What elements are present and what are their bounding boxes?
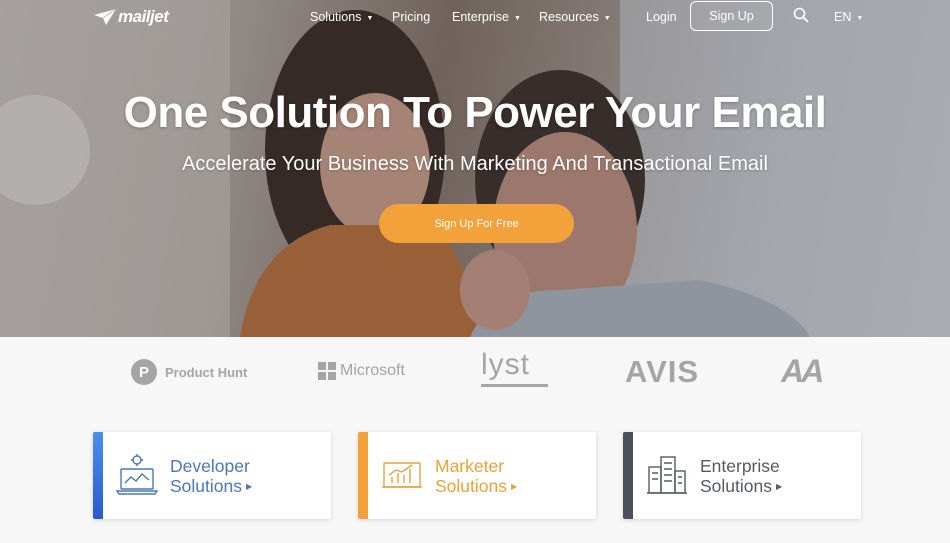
lyst-text: lyst (481, 348, 530, 381)
nav-resources-label: Resources (539, 10, 599, 24)
signup-label: Sign Up (709, 9, 754, 23)
aa-text: AA (781, 353, 824, 389)
card-text: Marketer Solutions ▶ (435, 456, 517, 497)
nav-enterprise[interactable]: Enterprise ▼ (452, 10, 521, 24)
nav-solutions-label: Solutions (310, 10, 362, 24)
marketer-chart-icon (382, 462, 422, 488)
caret-down-icon: ▼ (856, 15, 864, 22)
card-accent-bar (358, 432, 368, 519)
card-subtitle: Solutions (700, 476, 772, 496)
lyst-underline (481, 384, 548, 387)
caret-down-icon: ▼ (603, 15, 611, 22)
card-text: Enterprise Solutions ▶ (700, 456, 782, 497)
logo-text: mailjet (118, 7, 169, 26)
product-hunt-icon: P (131, 359, 157, 385)
cta-label: Sign Up For Free (434, 217, 519, 230)
card-accent-bar (623, 432, 633, 519)
card-subtitle: Solutions (170, 476, 242, 496)
arrow-right-icon: ▶ (246, 482, 253, 492)
mailjet-logo[interactable]: mailjet (94, 3, 169, 31)
card-title: Marketer (435, 456, 505, 476)
paper-plane-icon (94, 9, 116, 25)
marketer-solutions-card[interactable]: Marketer Solutions ▶ (358, 432, 596, 519)
hero-section: mailjet Solutions ▼ Pricing Enterprise ▼… (0, 0, 950, 337)
developer-solutions-card[interactable]: Developer Solutions ▶ (93, 432, 331, 519)
signup-button[interactable]: Sign Up (690, 1, 773, 31)
american-airlines-logo: AA (781, 353, 824, 390)
search-icon[interactable] (793, 7, 809, 23)
nav-solutions[interactable]: Solutions ▼ (310, 10, 373, 24)
nav-resources[interactable]: Resources ▼ (539, 10, 611, 24)
nav-pricing-label: Pricing (392, 10, 431, 24)
avis-text: AVIS (625, 354, 700, 389)
microsoft-icon (318, 362, 336, 380)
card-title: Enterprise (700, 456, 780, 476)
nav-pricing[interactable]: Pricing (392, 10, 430, 24)
product-hunt-text: Product Hunt (165, 364, 248, 380)
card-accent-bar (93, 432, 103, 519)
microsoft-logo: Microsoft (318, 362, 405, 380)
card-subtitle: Solutions (435, 476, 507, 496)
login-link[interactable]: Login (646, 10, 677, 24)
microsoft-text: Microsoft (340, 362, 405, 379)
product-hunt-logo: P Product Hunt (131, 359, 247, 385)
top-navigation: mailjet Solutions ▼ Pricing Enterprise ▼… (0, 0, 950, 34)
caret-down-icon: ▼ (513, 15, 521, 22)
card-text: Developer Solutions ▶ (170, 456, 252, 497)
hero-subtitle: Accelerate Your Business With Marketing … (182, 153, 768, 175)
avis-logo: AVIS (625, 354, 699, 390)
login-label: Login (646, 10, 677, 24)
language-selector[interactable]: EN ▼ (834, 10, 863, 24)
enterprise-building-icon (647, 456, 687, 494)
card-title: Developer (170, 456, 250, 476)
developer-laptop-icon (115, 454, 159, 495)
caret-down-icon: ▼ (366, 15, 374, 22)
enterprise-solutions-card[interactable]: Enterprise Solutions ▶ (623, 432, 861, 519)
customer-logos: P Product Hunt Microsoft lyst AVIS AA (0, 337, 950, 412)
signup-free-button[interactable]: Sign Up For Free (379, 204, 574, 243)
lyst-logo: lyst (481, 349, 548, 387)
arrow-right-icon: ▶ (511, 482, 518, 492)
nav-enterprise-label: Enterprise (452, 10, 509, 24)
hero-title: One Solution To Power Your Email (123, 88, 827, 137)
language-label: EN (834, 10, 852, 24)
arrow-right-icon: ▶ (776, 482, 783, 492)
